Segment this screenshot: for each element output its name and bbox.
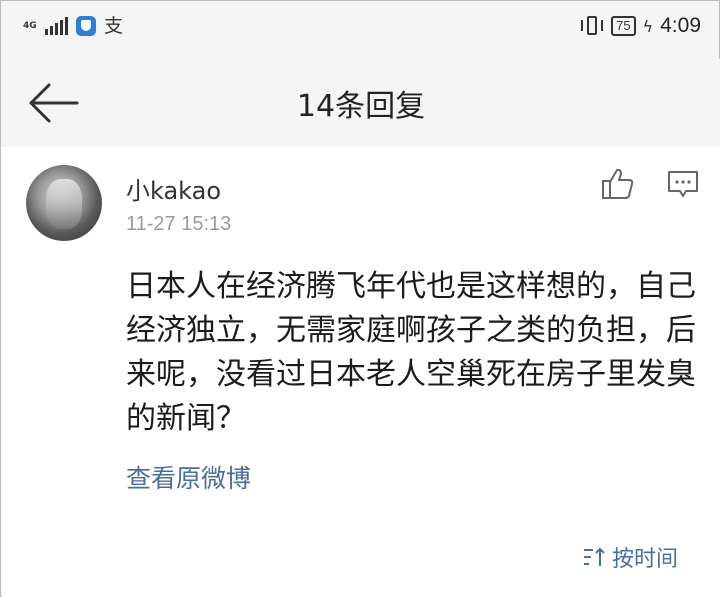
- sort-by-time-button[interactable]: 按时间: [582, 541, 678, 573]
- comment-card: 小kakao 11-27 15:13 日本人在经济腾飞年代也是这样想的，自己经济…: [2, 147, 720, 597]
- security-shield-icon: [76, 16, 96, 36]
- network-type-label: 4G: [23, 20, 37, 31]
- alipay-icon: 支: [104, 15, 124, 37]
- status-left: 4G 支: [23, 16, 123, 36]
- comment-text: 日本人在经济腾飞年代也是这样想的，自己经济独立，无需家庭啊孩子之类的负担，后来呢…: [126, 269, 696, 436]
- vibrate-icon: [580, 15, 604, 37]
- comment-bubble-icon: [668, 171, 698, 197]
- comment-username[interactable]: 小kakao: [126, 171, 221, 206]
- thumbs-up-icon: [602, 168, 634, 199]
- status-bar: 4G 支 75 ϟ 4:09: [1, 1, 720, 59]
- screen-frame: 4G 支 75 ϟ 4:09 14条回复 小kakao 11-27 15:13 …: [0, 0, 720, 597]
- nav-bar: 14条回复: [1, 59, 720, 147]
- sort-icon: [584, 547, 605, 566]
- battery-level: 75: [611, 16, 636, 36]
- view-original-weibo-link[interactable]: 查看原微博: [126, 459, 251, 495]
- like-button[interactable]: [600, 167, 636, 201]
- comment-timestamp: 11-27 15:13: [126, 213, 232, 235]
- bolt-icon: ϟ: [642, 16, 654, 36]
- page-title: 14条回复: [296, 89, 426, 124]
- status-clock: 4:09: [660, 14, 701, 37]
- avatar[interactable]: [26, 165, 102, 241]
- reply-button[interactable]: [666, 169, 700, 199]
- signal-bars-icon: [45, 17, 68, 35]
- status-right: 75 ϟ 4:09: [580, 14, 701, 38]
- sort-label: 按时间: [612, 547, 679, 572]
